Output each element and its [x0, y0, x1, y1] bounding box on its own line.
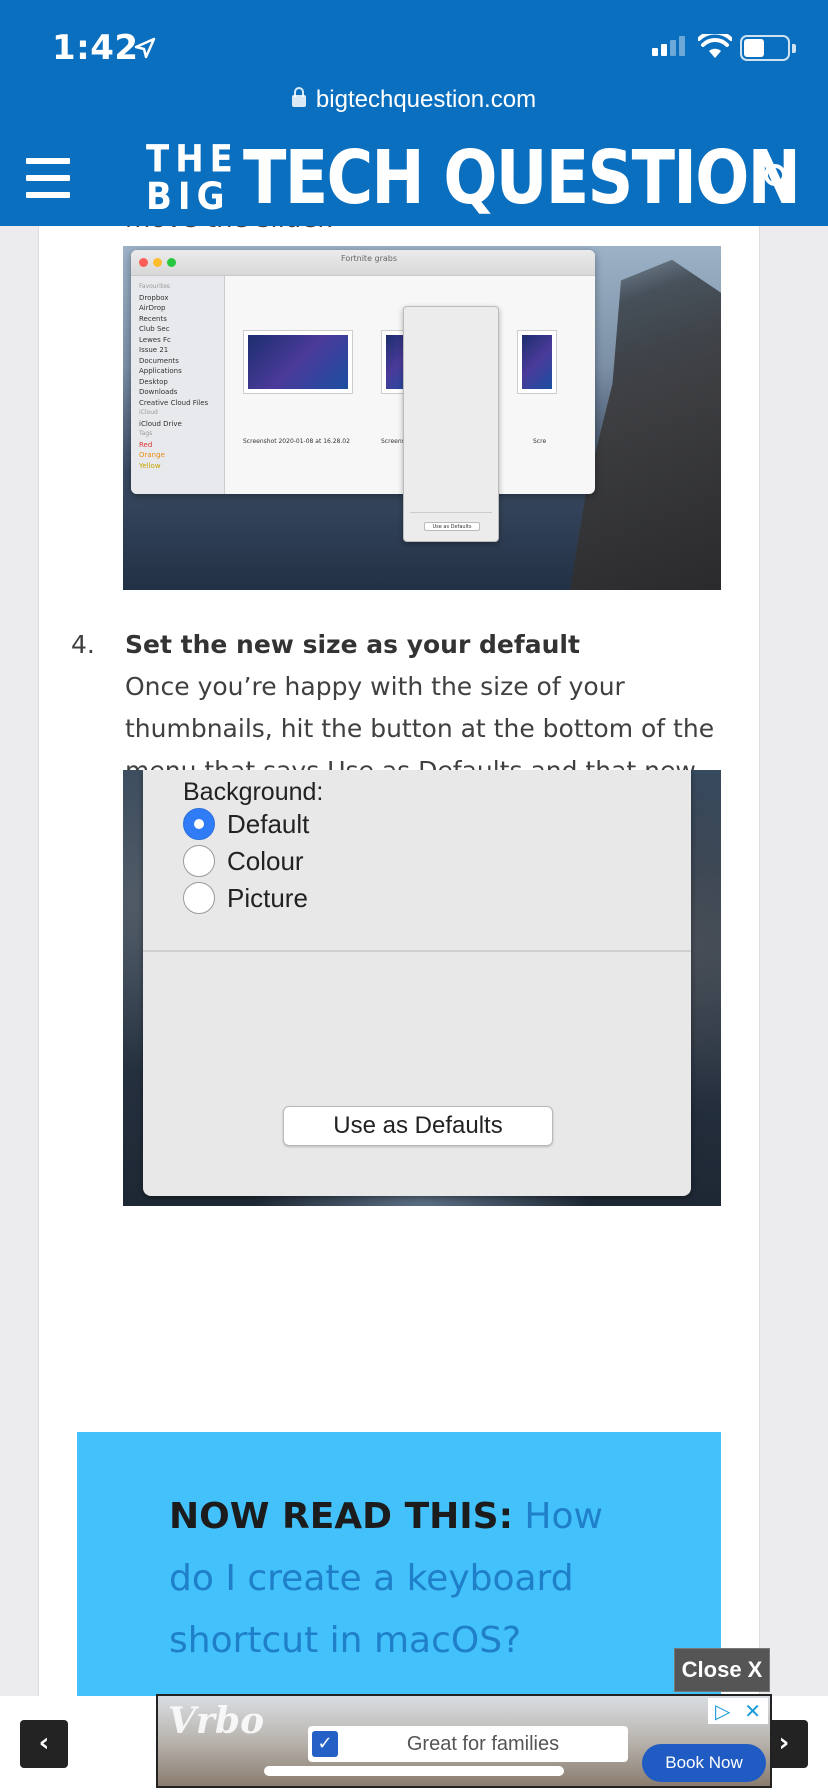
- battery-icon: [740, 35, 790, 61]
- logo-main-text: TECH QUESTION: [242, 135, 801, 221]
- menu-icon[interactable]: [26, 158, 70, 198]
- use-as-defaults-small-button: Use as Defaults: [424, 522, 480, 531]
- now-read-this-box: NOW READ THIS: How do I create a keyboar…: [77, 1432, 721, 1696]
- partial-text: move the slider.: [125, 226, 334, 234]
- cellular-signal-icon: [652, 36, 685, 56]
- search-icon[interactable]: [762, 162, 794, 194]
- finder-sidebar: Favourites Dropbox AirDrop Recents Club …: [131, 276, 225, 494]
- thumbnail-caption: Scre: [533, 438, 547, 445]
- battery-nub: [792, 44, 796, 53]
- checkbox-icon: ✓: [312, 1731, 338, 1757]
- prev-button[interactable]: ‹: [20, 1720, 68, 1768]
- home-indicator: [264, 1766, 564, 1776]
- background-label: Background:: [183, 778, 324, 806]
- radio-default: Default: [183, 808, 309, 840]
- status-time: 1:42: [52, 28, 139, 68]
- callout-lead: NOW READ THIS:: [169, 1496, 513, 1537]
- radio-selected-icon: [183, 808, 215, 840]
- ad-brand-logo: Vrbo: [168, 1700, 265, 1742]
- radio-colour: Colour: [183, 845, 304, 877]
- radio-picture: Picture: [183, 882, 308, 914]
- ad-tagline: ✓ Great for families: [308, 1726, 628, 1762]
- screenshot-thumbnail: [243, 330, 353, 394]
- address-bar[interactable]: bigtechquestion.com: [0, 86, 828, 114]
- status-bar: 1:42 bigtechquestion.com: [0, 0, 828, 130]
- thumbnail-caption: Screenshot 2020-01-08 at 16.28.02: [243, 438, 350, 445]
- location-arrow-icon: [134, 37, 156, 59]
- finder-toolbar: Fortnite grabs: [131, 250, 595, 276]
- window-controls: [139, 258, 176, 267]
- radio-unselected-icon: [183, 845, 215, 877]
- divider: [143, 950, 691, 952]
- site-header: THE BIG TECH QUESTION: [0, 130, 828, 226]
- chevron-left-icon: ‹: [38, 1728, 50, 1758]
- article-content: move the slider. Fortnite grabs Favourit…: [38, 226, 760, 1696]
- url-text: bigtechquestion.com: [315, 86, 537, 113]
- use-as-defaults-button: Use as Defaults: [283, 1106, 553, 1146]
- step-heading: Set the new size as your default: [125, 630, 580, 659]
- lock-icon: [291, 87, 306, 107]
- wifi-icon: [698, 34, 732, 58]
- book-now-button[interactable]: Book Now: [642, 1744, 766, 1782]
- step-number: 4.: [71, 630, 95, 659]
- defaults-screenshot: Background: Default Colour Picture Use a…: [123, 770, 721, 1206]
- view-options-panel: Use as Defaults: [403, 306, 499, 542]
- view-options-detail: Background: Default Colour Picture Use a…: [143, 770, 691, 1196]
- site-logo[interactable]: THE BIG TECH QUESTION: [146, 135, 828, 221]
- close-ad-button[interactable]: Close X: [674, 1648, 770, 1692]
- screenshot-thumbnail: [517, 330, 557, 394]
- finder-title: Fortnite grabs: [341, 254, 398, 263]
- logo-small-text: THE BIG: [146, 137, 239, 219]
- finder-screenshot: Fortnite grabs Favourites Dropbox AirDro…: [123, 246, 721, 590]
- finder-window: Fortnite grabs Favourites Dropbox AirDro…: [131, 250, 595, 494]
- radio-unselected-icon: [183, 882, 215, 914]
- adchoices-icon[interactable]: ▷ ✕: [708, 1698, 768, 1724]
